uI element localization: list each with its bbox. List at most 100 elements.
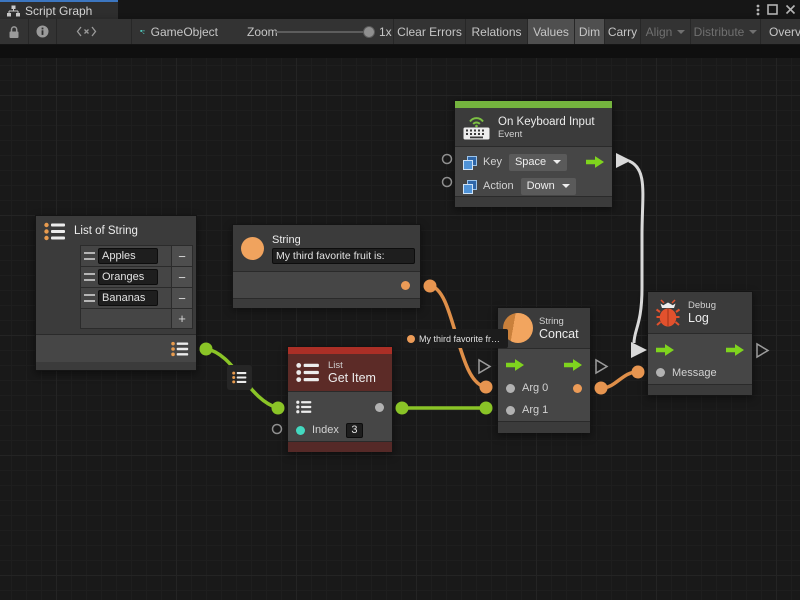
index-value-input[interactable]: [346, 423, 363, 438]
list-output-port[interactable]: [171, 341, 189, 357]
key-dropdown[interactable]: Space: [509, 154, 567, 171]
zoom-slider-knob[interactable]: [363, 26, 375, 38]
kebab-menu-icon[interactable]: [756, 4, 760, 16]
wire-value-tooltip: My third favorite fr…: [403, 329, 508, 348]
bug-icon: [656, 298, 680, 328]
control-input-port[interactable]: [656, 344, 674, 356]
gameobject-label: GameObject: [151, 25, 218, 39]
node-string-literal[interactable]: String: [232, 224, 421, 307]
node-debug-log[interactable]: Debug Log Message: [647, 291, 753, 395]
graph-toolbar: GameObject Zoom 1x Clear Errors Relation…: [0, 19, 800, 45]
message-label: Message: [672, 367, 717, 379]
list-icon: [232, 371, 247, 384]
arg0-input-port[interactable]: [506, 384, 515, 393]
error-accent-strip: [288, 347, 392, 354]
list-icon: [44, 222, 66, 241]
align-label: Align: [646, 25, 673, 39]
list-output-row: [36, 334, 196, 363]
tab-title: Script Graph: [25, 4, 92, 18]
string-value-icon: [407, 335, 415, 343]
control-input-port[interactable]: [506, 359, 524, 371]
tab-strip: Script Graph: [0, 0, 800, 19]
list-item-input[interactable]: [98, 269, 158, 285]
info-button[interactable]: [28, 19, 56, 44]
overview-button[interactable]: Overv: [760, 19, 800, 44]
lock-button[interactable]: [0, 19, 28, 44]
values-toggle[interactable]: Values: [527, 19, 574, 44]
gameobject-connector-icon: [140, 25, 145, 39]
chevron-down-icon: [677, 30, 685, 38]
action-port-label: Action: [483, 180, 514, 192]
remove-item-button[interactable]: −: [171, 267, 192, 287]
node-list-of-string[interactable]: List of String − − − +: [35, 215, 197, 371]
index-input-port[interactable]: [296, 426, 305, 435]
wire-value-badge: [227, 365, 252, 390]
control-output-port[interactable]: [726, 344, 744, 356]
info-icon: [36, 25, 49, 38]
tab-script-graph[interactable]: Script Graph: [0, 0, 118, 19]
lock-icon: [8, 25, 20, 39]
distribute-label: Distribute: [694, 25, 745, 39]
clear-errors-button[interactable]: Clear Errors: [393, 19, 465, 44]
node-subtitle: List: [328, 360, 376, 371]
zoom-label: Zoom: [247, 19, 278, 44]
align-dropdown[interactable]: Align: [640, 19, 690, 44]
event-accent-strip: [455, 101, 612, 108]
list-item-input[interactable]: [98, 290, 158, 306]
drag-handle-icon[interactable]: [84, 252, 95, 260]
drag-handle-icon[interactable]: [84, 294, 95, 302]
result-output-port[interactable]: [573, 384, 582, 393]
node-subtitle: Event: [498, 129, 595, 140]
arg1-input-port[interactable]: [506, 406, 515, 415]
list-item-row: −: [81, 246, 192, 267]
index-label: Index: [312, 424, 339, 436]
binding-icon: [463, 156, 476, 169]
list-item-input[interactable]: [98, 248, 158, 264]
node-on-keyboard-input[interactable]: On Keyboard Input Event Key Space Action: [454, 100, 613, 207]
remove-item-button[interactable]: −: [171, 288, 192, 308]
relations-button[interactable]: Relations: [465, 19, 527, 44]
control-output-port[interactable]: [586, 156, 604, 168]
add-item-button[interactable]: +: [171, 309, 192, 328]
code-view-button[interactable]: [56, 19, 116, 44]
node-title: Log: [688, 311, 716, 325]
node-subtitle: String: [539, 316, 579, 327]
list-icon: [296, 362, 320, 383]
key-dropdown-value: Space: [515, 156, 546, 168]
keyboard-signal-icon: [463, 115, 490, 140]
distribute-dropdown[interactable]: Distribute: [690, 19, 760, 44]
dim-toggle[interactable]: Dim: [574, 19, 604, 44]
graph-hierarchy-icon: [7, 5, 20, 17]
node-concat[interactable]: String Concat Arg 0 Arg 1: [497, 307, 591, 433]
drag-handle-icon[interactable]: [84, 273, 95, 281]
string-output-port[interactable]: [401, 281, 410, 290]
node-title: Concat: [539, 327, 579, 341]
zoom-value: 1x: [379, 19, 392, 44]
arg1-label: Arg 1: [522, 404, 548, 416]
remove-item-button[interactable]: −: [171, 246, 192, 266]
action-dropdown[interactable]: Down: [521, 178, 576, 195]
add-item-row: +: [81, 309, 192, 328]
message-input-port[interactable]: [656, 368, 665, 377]
code-brackets-icon: [76, 25, 97, 38]
chevron-down-icon: [553, 160, 561, 168]
list-input-port[interactable]: [296, 400, 312, 414]
list-item-row: −: [81, 267, 192, 288]
canvas-top-band: [0, 45, 800, 58]
node-title: Get Item: [328, 371, 376, 385]
item-output-port[interactable]: [375, 403, 384, 412]
close-icon[interactable]: [785, 4, 796, 15]
gameobject-selector[interactable]: GameObject: [131, 19, 226, 44]
maximize-icon[interactable]: [767, 4, 778, 15]
control-output-port[interactable]: [564, 359, 582, 371]
carry-toggle[interactable]: Carry: [604, 19, 640, 44]
node-get-item[interactable]: List Get Item Index: [287, 346, 393, 452]
zoom-slider-track[interactable]: [275, 31, 365, 33]
node-title: String: [272, 233, 415, 247]
list-items-panel: − − − +: [80, 245, 193, 329]
string-value-input[interactable]: [272, 248, 415, 264]
chevron-down-icon: [749, 30, 757, 38]
node-title: List of String: [74, 224, 138, 238]
key-port-label: Key: [483, 156, 502, 168]
node-title: On Keyboard Input: [498, 115, 595, 129]
